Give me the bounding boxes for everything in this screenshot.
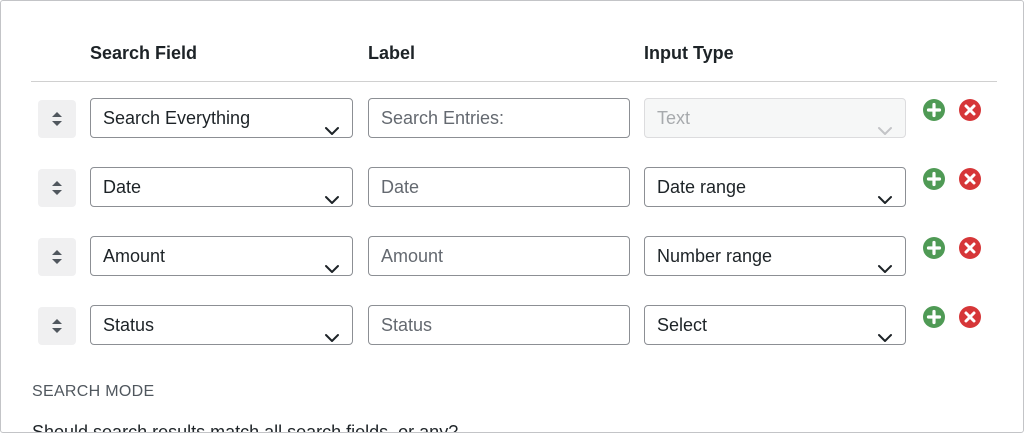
plus-circle-icon	[923, 99, 945, 121]
chevron-down-icon	[324, 112, 340, 135]
input-type-value: Number range	[657, 246, 773, 266]
search-field-select[interactable]: Search Everything	[90, 98, 353, 138]
label-placeholder: Search Entries:	[381, 108, 505, 128]
label-input[interactable]: Search Entries:	[368, 98, 630, 138]
search-fields-panel: Search Field Label Input Type Search Eve…	[0, 0, 1024, 433]
label-placeholder: Amount	[381, 246, 444, 266]
header-divider	[31, 81, 997, 82]
plus-circle-icon	[923, 237, 945, 259]
label-input[interactable]: Amount	[368, 236, 630, 276]
search-field-row: Status Status Select	[1, 305, 1023, 349]
search-field-value: Search Everything	[103, 108, 251, 128]
drag-handle[interactable]	[38, 238, 76, 276]
x-circle-icon	[959, 237, 981, 259]
search-field-select[interactable]: Date	[90, 167, 353, 207]
add-field-button[interactable]	[922, 98, 946, 122]
sort-handle-icon	[52, 319, 62, 333]
remove-field-button[interactable]	[958, 167, 982, 191]
remove-field-button[interactable]	[958, 236, 982, 260]
drag-handle[interactable]	[38, 169, 76, 207]
chevron-down-icon	[324, 250, 340, 273]
plus-circle-icon	[923, 168, 945, 190]
drag-handle[interactable]	[38, 100, 76, 138]
search-field-value: Status	[103, 315, 155, 335]
search-field-row: Search Everything Search Entries: Text	[1, 98, 1023, 142]
search-mode-title: SEARCH MODE	[32, 383, 155, 400]
chevron-down-icon	[877, 319, 893, 342]
add-field-button[interactable]	[922, 236, 946, 260]
chevron-down-icon	[877, 250, 893, 273]
label-placeholder: Status	[381, 315, 433, 335]
header-input-type: Input Type	[644, 43, 734, 63]
add-field-button[interactable]	[922, 167, 946, 191]
x-circle-icon	[959, 306, 981, 328]
input-type-value: Select	[657, 315, 708, 335]
drag-handle[interactable]	[38, 307, 76, 345]
sort-handle-icon	[52, 250, 62, 264]
x-circle-icon	[959, 99, 981, 121]
search-field-value: Amount	[103, 246, 166, 266]
x-circle-icon	[959, 168, 981, 190]
search-field-select[interactable]: Status	[90, 305, 353, 345]
input-type-value: Date range	[657, 177, 747, 197]
input-type-select[interactable]: Select	[644, 305, 906, 345]
sort-handle-icon	[52, 181, 62, 195]
chevron-down-icon	[324, 319, 340, 342]
plus-circle-icon	[923, 306, 945, 328]
search-field-row: Date Date Date range	[1, 167, 1023, 211]
label-input[interactable]: Date	[368, 167, 630, 207]
search-field-value: Date	[103, 177, 142, 197]
chevron-down-icon	[877, 181, 893, 204]
label-input[interactable]: Status	[368, 305, 630, 345]
input-type-select[interactable]: Date range	[644, 167, 906, 207]
input-type-select: Text	[644, 98, 906, 138]
input-type-select[interactable]: Number range	[644, 236, 906, 276]
search-field-row: Amount Amount Number range	[1, 236, 1023, 280]
search-mode-description: Should search results match all search f…	[32, 422, 459, 433]
add-field-button[interactable]	[922, 305, 946, 329]
label-placeholder: Date	[381, 177, 420, 197]
header-label: Label	[368, 43, 416, 63]
header-search-field: Search Field	[90, 43, 198, 63]
input-type-value: Text	[657, 108, 691, 128]
sort-handle-icon	[52, 112, 62, 126]
remove-field-button[interactable]	[958, 305, 982, 329]
chevron-down-icon	[324, 181, 340, 204]
remove-field-button[interactable]	[958, 98, 982, 122]
search-field-select[interactable]: Amount	[90, 236, 353, 276]
chevron-down-icon	[877, 112, 893, 135]
